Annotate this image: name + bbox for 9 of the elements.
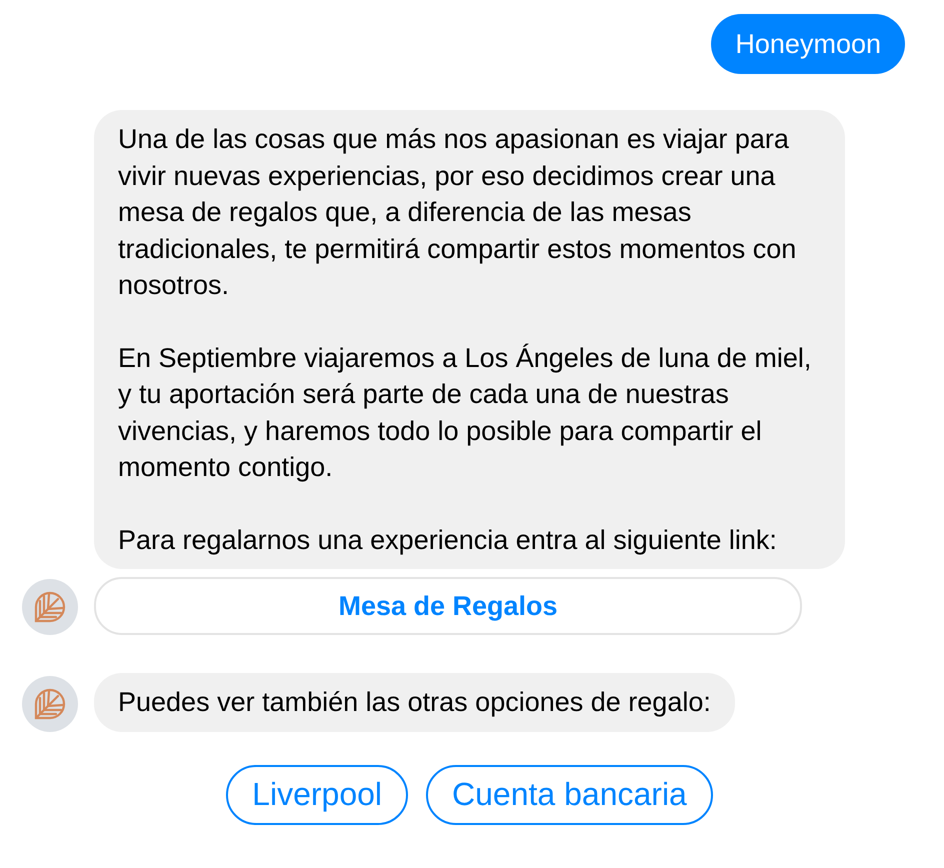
quick-reply-button[interactable]: Cuenta bancaria (426, 764, 713, 824)
leaf-icon (32, 589, 68, 625)
message-text: Puedes ver también las otras opciones de regalo: (118, 686, 711, 719)
message-text: Una de las cosas que más nos apasionan es viajar para vivir nuevas experiencias, por eso decidimos crear una mesa de regalos que, a diferencia de las mesas tradicionales, te permitirá compartir estos momentos con nosotros. (118, 123, 798, 302)
quick-reply-button[interactable]: Liverpool (226, 764, 408, 824)
message-text: En Septiembre viajaremos a Los Ángeles de luna de miel, y tu aportación será parte de cada una de nuestras vivencias, y haremos todo lo posible para compartir el momento contigo. (118, 342, 812, 484)
sent-message: Honeymoon (711, 14, 905, 74)
message-text: Para regalarnos una experiencia entra al siguiente link: (118, 524, 778, 557)
link-button[interactable]: Mesa de Regalos (94, 577, 802, 635)
